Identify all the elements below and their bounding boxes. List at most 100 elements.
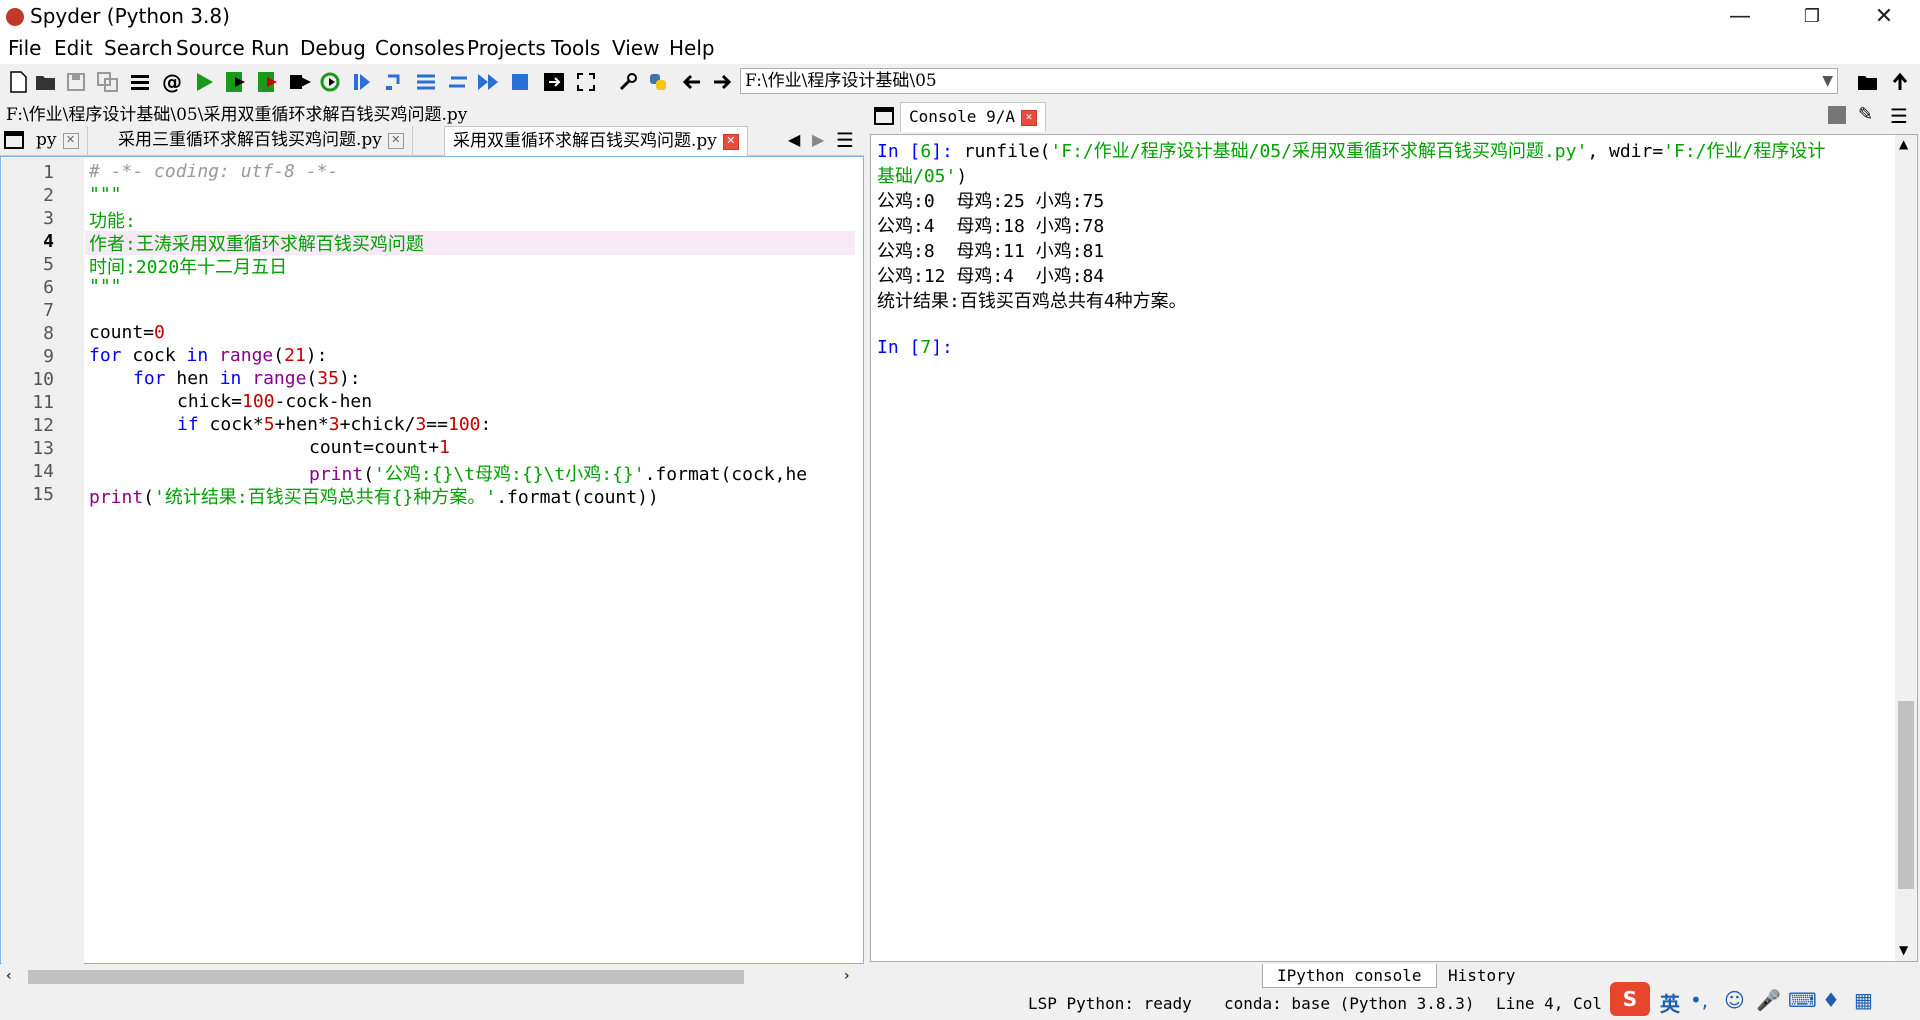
fullscreen-icon[interactable] [574, 70, 598, 94]
code-line: chick=100-cock-hen [177, 391, 373, 412]
conda-status: conda: base (Python 3.8.3) [1224, 994, 1475, 1013]
tab-label: Console 9/A [909, 107, 1015, 126]
code-line: # -*- coding: utf-8 -*- [89, 161, 339, 182]
editor-horizontal-scrollbar[interactable]: ‹ › [0, 966, 864, 988]
menu-projects[interactable]: Projects [467, 36, 546, 60]
wrench-icon[interactable] [616, 70, 640, 94]
line-number: 13 [32, 438, 54, 459]
rerun-icon[interactable] [318, 70, 342, 94]
line-number: 14 [32, 461, 54, 482]
code-line: """ [89, 276, 122, 297]
chevron-down-icon[interactable]: ▼ [1822, 69, 1833, 93]
tab-label: py [36, 130, 57, 150]
save-icon[interactable] [64, 70, 88, 94]
tab-scroll-left-icon[interactable]: ◀ [788, 130, 800, 149]
run-cell-advance-icon[interactable] [256, 70, 280, 94]
line-number: 11 [32, 392, 54, 413]
toolbox-icon[interactable]: ▦ [1854, 988, 1873, 1012]
options-menu-icon[interactable]: ☰ [836, 128, 854, 152]
parent-directory-icon[interactable] [1888, 70, 1912, 94]
browse-folder-icon[interactable] [1856, 70, 1880, 94]
run-cell-icon[interactable] [224, 70, 248, 94]
code-line: for cock in range(21): [89, 345, 328, 366]
menu-search[interactable]: Search [104, 36, 173, 60]
list-icon[interactable] [128, 70, 152, 94]
close-icon[interactable]: ✕ [722, 133, 739, 150]
microphone-icon[interactable]: 🎤 [1756, 988, 1781, 1012]
minimize-button[interactable]: — [1712, 2, 1768, 32]
run-selection-icon[interactable] [288, 70, 312, 94]
tab-file-active[interactable]: 采用双重循环求解百钱买鸡问题.py ✕ [444, 126, 748, 156]
browse-tabs-icon[interactable] [4, 130, 24, 154]
close-button[interactable]: ✕ [1856, 2, 1912, 32]
maximize-pane-icon[interactable] [542, 70, 566, 94]
ipython-console[interactable]: In [6]: runfile('F:/作业/程序设计基础/05/采用双重循环求… [870, 134, 1918, 962]
tab-ipython-console[interactable]: IPython console [1262, 964, 1437, 988]
emoji-icon[interactable]: ☺ [1724, 988, 1745, 1012]
editor-tab-bar: py ✕ 采用三重循环求解百钱买鸡问题.py ✕ 采用双重循环求解百钱买鸡问题.py… [0, 124, 864, 156]
menu-tools[interactable]: Tools [551, 36, 600, 60]
code-line: count=count+1 [309, 437, 450, 458]
tab-file-2[interactable]: 采用三重循环求解百钱买鸡问题.py ✕ [110, 126, 413, 156]
code-line: print('统计结果:百钱买百鸡总共有{}种方案。'.format(count… [89, 487, 659, 508]
back-arrow-icon[interactable] [680, 70, 704, 94]
code-line: for hen in range(35): [133, 368, 361, 389]
step-into-icon[interactable] [414, 70, 438, 94]
browse-tabs-icon[interactable] [874, 106, 894, 130]
step-return-icon[interactable] [446, 70, 470, 94]
new-file-icon[interactable] [6, 70, 30, 94]
code-line: """ [89, 184, 122, 205]
continue-icon[interactable] [476, 70, 500, 94]
skin-icon[interactable]: ♦ [1822, 988, 1840, 1012]
tab-file-1[interactable]: py ✕ [28, 126, 88, 156]
menu-file[interactable]: File [8, 36, 41, 60]
scroll-down-icon[interactable]: ▼ [1899, 943, 1908, 957]
clear-console-icon[interactable]: ✎ [1858, 104, 1873, 125]
ime-language[interactable]: 英 [1660, 988, 1680, 1017]
save-all-icon[interactable] [96, 70, 120, 94]
line-number: 3 [43, 208, 54, 229]
close-icon[interactable]: ✕ [387, 132, 404, 149]
open-folder-icon[interactable] [34, 70, 58, 94]
console-tab-bar: Console 9/A ✕ ✎ ☰ [868, 100, 1920, 132]
forward-arrow-icon[interactable] [710, 70, 734, 94]
line-number: 8 [43, 323, 54, 344]
menu-debug[interactable]: Debug [300, 36, 366, 60]
step-icon[interactable] [382, 70, 406, 94]
scroll-left-icon[interactable]: ‹ [6, 968, 12, 984]
menu-edit[interactable]: Edit [54, 36, 93, 60]
stop-icon[interactable] [508, 70, 532, 94]
menu-view[interactable]: View [612, 36, 659, 60]
console-vertical-scrollbar[interactable]: ▲ ▼ [1895, 135, 1917, 961]
menu-consoles[interactable]: Consoles [375, 36, 465, 60]
tab-history[interactable]: History [1434, 964, 1529, 988]
line-number: 6 [43, 277, 54, 298]
run-icon[interactable] [192, 70, 216, 94]
sogou-logo-icon[interactable]: S [1610, 982, 1650, 1016]
stop-kernel-icon[interactable] [1828, 106, 1846, 124]
console-output-line: 公鸡:8 母鸡:11 小鸡:81 [877, 241, 1105, 262]
menu-source[interactable]: Source [176, 36, 245, 60]
punctuation-icon[interactable]: •, [1690, 988, 1708, 1012]
python-path-icon[interactable] [646, 70, 670, 94]
line-number: 1 [43, 162, 54, 183]
menu-bar: File Edit Search Source Run Debug Consol… [0, 34, 1920, 64]
close-icon[interactable]: ✕ [62, 132, 79, 149]
menu-help[interactable]: Help [669, 36, 715, 60]
scroll-up-icon[interactable]: ▲ [1899, 137, 1908, 151]
working-directory-combobox[interactable]: F:\作业\程序设计基础\05 ▼ [740, 68, 1838, 94]
at-icon[interactable]: @ [160, 70, 184, 94]
restore-button[interactable]: ❐ [1784, 2, 1840, 32]
pane-switcher-tabs: IPython console History [1262, 964, 1562, 988]
debug-icon[interactable] [350, 70, 374, 94]
code-editor[interactable]: 1 2 3 4 5 6 7 8 9 10 11 12 13 14 15 # -*… [0, 156, 864, 964]
keyboard-icon[interactable]: ⌨ [1788, 988, 1817, 1012]
tab-scroll-right-icon[interactable]: ▶ [812, 130, 824, 149]
tab-console[interactable]: Console 9/A ✕ [900, 102, 1046, 132]
options-menu-icon[interactable]: ☰ [1890, 104, 1908, 128]
scrollbar-thumb[interactable] [1898, 701, 1914, 889]
scrollbar-thumb[interactable] [28, 970, 744, 984]
menu-run[interactable]: Run [251, 36, 289, 60]
close-icon[interactable]: ✕ [1020, 109, 1037, 126]
scroll-right-icon[interactable]: › [844, 968, 850, 984]
